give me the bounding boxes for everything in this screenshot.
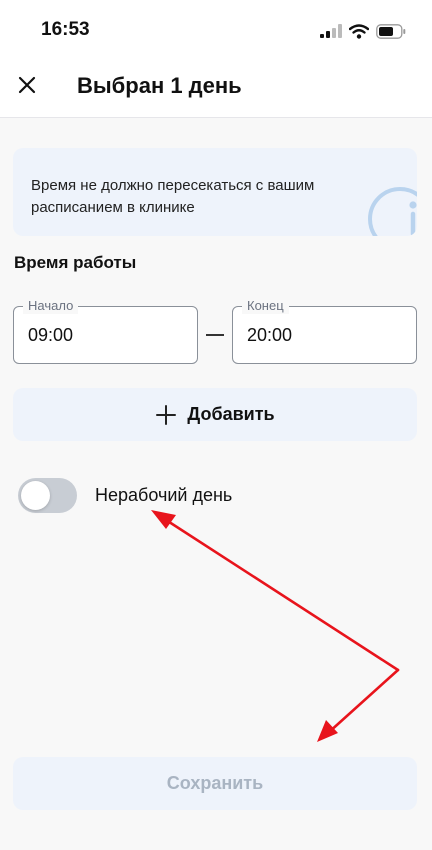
start-time-field[interactable]: Начало 09:00 <box>13 298 198 364</box>
info-card: Время не должно пересекаться с вашим рас… <box>13 148 417 236</box>
battery-icon <box>376 23 406 39</box>
info-text: Время не должно пересекаться с вашим рас… <box>31 177 315 216</box>
day-off-label: Нерабочий день <box>95 485 233 505</box>
end-time-value[interactable]: 20:00 <box>247 325 292 346</box>
status-icons <box>320 22 406 40</box>
toggle-knob <box>21 481 50 510</box>
info-icon <box>368 187 417 236</box>
page-title: Выбран 1 день <box>77 73 242 98</box>
annotation-arrow-to-save <box>326 668 400 735</box>
top-bar: 16:53 Выбран 1 день <box>0 0 432 118</box>
end-time-field[interactable]: Конец 20:00 <box>232 298 417 364</box>
time-range-separator <box>206 334 224 336</box>
annotation-arrow-to-toggle <box>161 516 400 672</box>
add-time-label: Добавить <box>187 404 275 424</box>
save-button[interactable]: Сохранить <box>13 757 417 810</box>
arrowhead-save <box>317 720 338 742</box>
day-off-toggle[interactable] <box>18 478 77 513</box>
section-title-work-time: Время работы <box>14 253 137 272</box>
start-time-value[interactable]: 09:00 <box>28 325 73 346</box>
signal-icon <box>320 24 342 38</box>
arrowhead-toggle <box>151 510 176 529</box>
wifi-icon <box>349 23 369 39</box>
status-time: 16:53 <box>41 19 90 40</box>
plus-icon <box>156 404 177 425</box>
add-time-button[interactable]: Добавить <box>13 388 417 441</box>
end-time-label: Конец <box>242 298 289 314</box>
start-time-label: Начало <box>23 298 79 314</box>
close-icon[interactable] <box>14 72 40 98</box>
